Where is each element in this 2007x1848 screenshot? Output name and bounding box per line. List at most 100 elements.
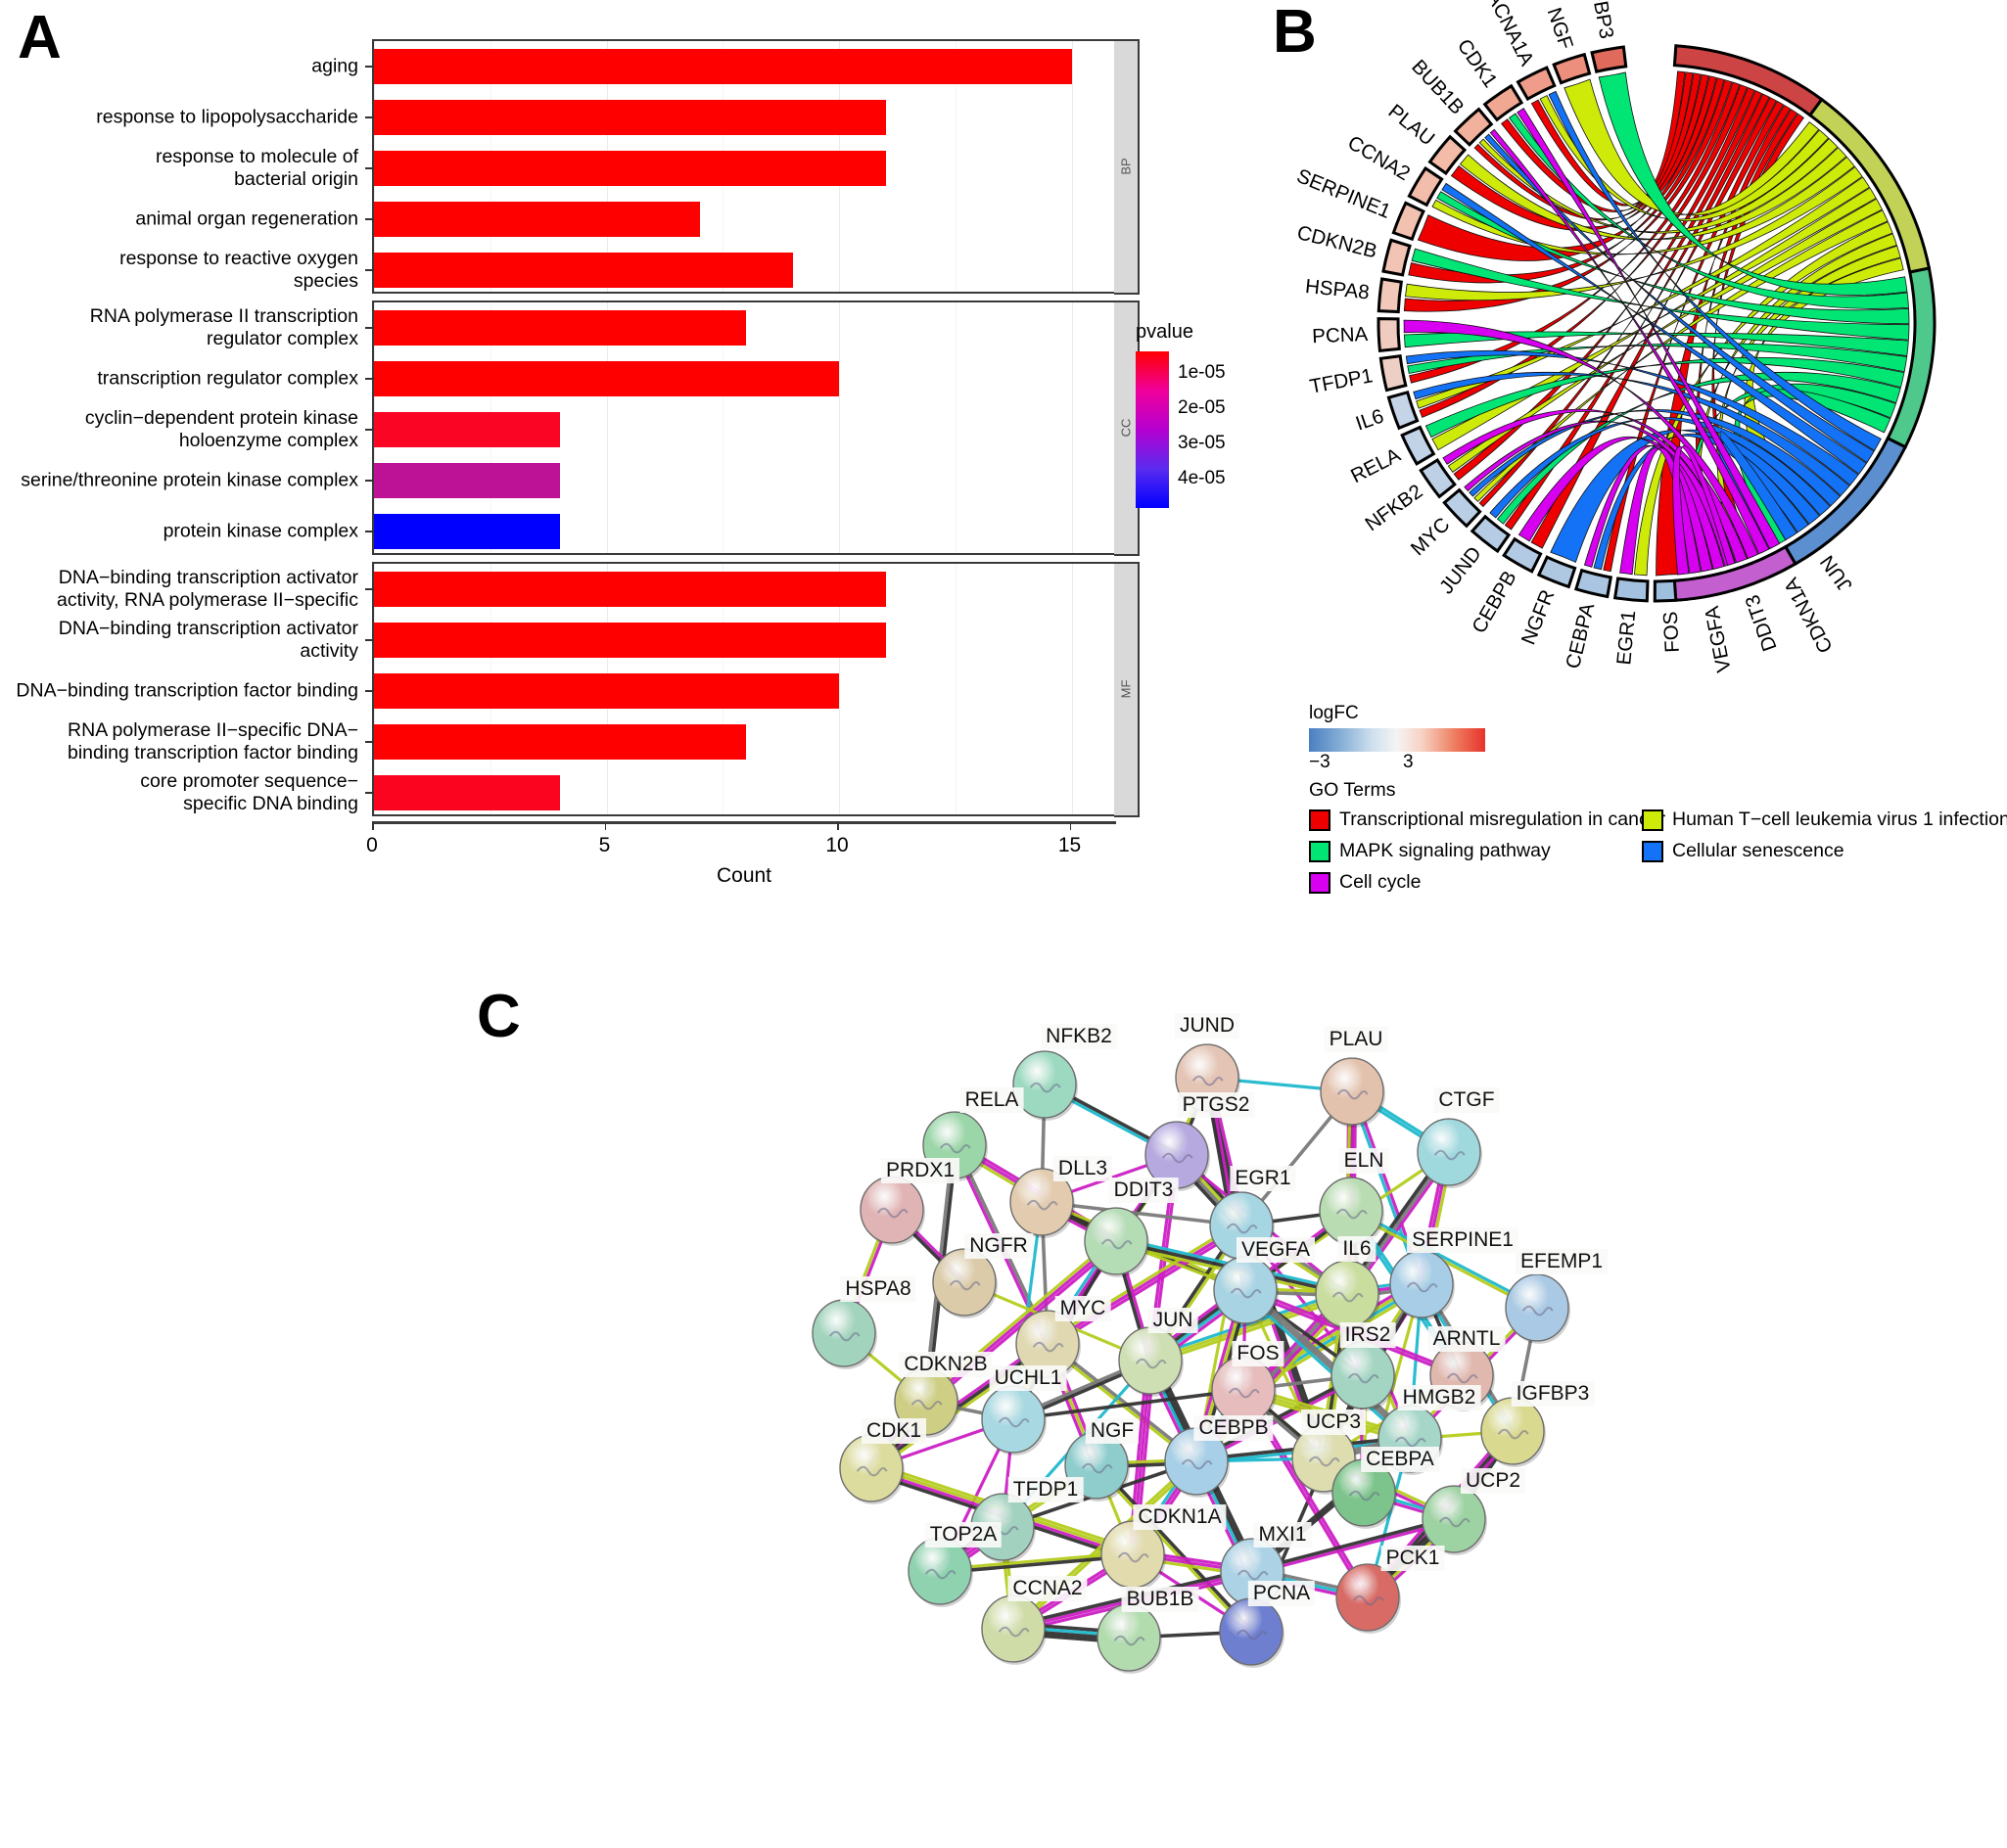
go-legend-item[interactable]: Transcriptional misregulation in cancer [1309,808,1665,831]
facet-strip-label: BP [1118,158,1134,175]
go-legend-item[interactable]: Human T−cell leukemia virus 1 infection [1642,808,2007,831]
chord-diagram-svg: IGFBP3NGFCACNA1ACDK1BUB1BPLAUCCNA2SERPIN… [1293,0,1937,674]
network-node[interactable] [839,1434,904,1502]
network-node-label: DLL3 [1052,1156,1113,1181]
go-legend-swatch [1642,840,1663,862]
chord-gene-arc [1612,577,1650,603]
bar-row: DNA−binding transcription factor binding [16,666,1114,716]
chord-gene-label: CDK1 [1453,35,1502,92]
network-node-label: IGFBP3 [1511,1381,1595,1407]
panel-b-letter: B [1273,0,1317,66]
network-node[interactable] [860,1176,924,1244]
network-node[interactable] [1389,1250,1454,1318]
bar [374,572,886,607]
go-legend-item[interactable]: Cellular senescence [1642,840,2007,862]
go-term-label: cyclin−dependent protein kinase holoenzy… [84,407,358,451]
go-terms-legend-title: GO Terms [1309,779,1396,801]
chord-gene-label: DDIT3 [1741,592,1781,655]
network-node-label: FOS [1232,1341,1284,1366]
network-node[interactable] [981,1594,1046,1663]
go-term-label: transcription regulator complex [97,367,358,390]
network-node-label: UCHL1 [989,1365,1067,1391]
go-legend-swatch [1309,808,1330,831]
go-legend-item[interactable]: Cell cycle [1309,871,1642,894]
bar [374,673,839,709]
network-node[interactable] [1100,1520,1165,1589]
network-node[interactable] [1097,1603,1161,1672]
bar-row: response to reactive oxygen species [119,245,1114,296]
x-tick-label: 10 [825,834,849,856]
network-node-label: CDK1 [861,1418,927,1444]
go-facet-bp: aging response to lipopolysaccharide respo… [96,38,1140,296]
go-term-label: response to molecule of bacterial origin [155,146,358,190]
network-node-label: CEBPA [1361,1447,1439,1472]
chord-gene-label: CEBPA [1562,601,1599,671]
go-barplot-facets: aging response to lipopolysaccharide respo… [16,38,1140,823]
bar-row: transcription regulator complex [97,353,1114,404]
bar-row: DNA−binding transcription activator acti… [59,615,1114,666]
x-axis-title: Count [716,864,772,887]
network-node[interactable] [1480,1397,1545,1465]
network-node[interactable] [1422,1485,1486,1553]
bar-row: RNA polymerase II transcription regulato… [90,302,1114,353]
chord-gene-label: CEBPB [1468,567,1521,637]
network-node-label: CEBPB [1193,1415,1274,1441]
chord-gene-label: NFKB2 [1361,480,1426,535]
chord-gene-label: HSPA8 [1304,275,1371,304]
bar-row: cyclin−dependent protein kinase holoenzy… [85,404,1114,455]
network-node[interactable] [1505,1273,1569,1342]
pvalue-tick-label: 3e-05 [1178,433,1226,454]
panel-a-go-barplot: A aging response to lipopolysaccharide res… [0,0,1263,888]
chord-gene-label: NGF [1543,5,1577,52]
chord-gene-arc [1377,277,1404,314]
network-node[interactable] [1319,1177,1383,1245]
go-legend-column-right: Human T−cell leukemia virus 1 infection C… [1642,808,2007,902]
go-legend-label: Transcriptional misregulation in cancer [1339,808,1666,830]
pvalue-tick-label: 2e-05 [1178,397,1226,419]
network-node[interactable] [1219,1597,1284,1666]
go-term-label: protein kinase complex [163,520,358,542]
network-node-label: MYC [1054,1296,1111,1321]
network-node[interactable] [1417,1118,1481,1186]
chord-gene-label: RELA [1347,443,1404,487]
chord-gene-label: NGFR [1517,586,1560,647]
bar-row: aging [311,41,1114,92]
logfc-legend-title: logFC [1309,703,1359,723]
go-legend-item[interactable]: MAPK signaling pathway [1309,840,1642,862]
network-node-label: PCK1 [1380,1546,1445,1571]
go-legend-label: Cellular senescence [1672,840,1844,861]
network-node[interactable] [1335,1563,1400,1632]
go-legend-column-left: Transcriptional misregulation in cancer M… [1309,808,1665,902]
bar [374,151,886,186]
bar-row: DNA−binding transcription activator acti… [57,564,1114,615]
x-tick-label: 5 [598,834,611,856]
network-node-label: DDIT3 [1108,1178,1179,1203]
go-term-label: DNA−binding transcription factor binding [16,679,358,702]
network-node[interactable] [1320,1057,1384,1126]
network-node-label: HSPA8 [840,1276,916,1302]
network-node[interactable] [812,1299,876,1367]
go-legend-label: Cell cycle [1339,871,1422,893]
network-node[interactable] [908,1537,972,1605]
panel-c-string-network: JUND NFKB2 PLAU RELA PTGS2 CTGF ELN DLL3 PRDX1 EG… [0,920,2007,1848]
bar [374,623,886,658]
go-legend-label: MAPK signaling pathway [1339,840,1551,861]
go-term-label: aging [311,55,358,77]
chord-gene-label: FOS [1659,611,1684,653]
network-node[interactable] [1118,1326,1183,1395]
network-node-label: UCP2 [1460,1468,1526,1494]
network-node[interactable] [1084,1207,1148,1275]
chord-gene-label: MYC [1407,513,1455,560]
bar-row: response to molecule of bacterial origin [156,143,1114,194]
network-node[interactable] [1213,1256,1278,1324]
network-node[interactable] [1211,1356,1276,1424]
network-node[interactable] [1315,1260,1379,1328]
network-node[interactable] [1330,1341,1395,1409]
network-node[interactable] [932,1248,997,1317]
go-legend-swatch [1642,808,1663,831]
network-node[interactable] [981,1385,1046,1454]
go-facet-mf: DNA−binding transcription activator acti… [16,561,1140,817]
chord-gene-label: CDKN1A [1780,574,1838,657]
network-node-label: VEGFA [1236,1237,1316,1263]
x-tick [372,821,374,830]
